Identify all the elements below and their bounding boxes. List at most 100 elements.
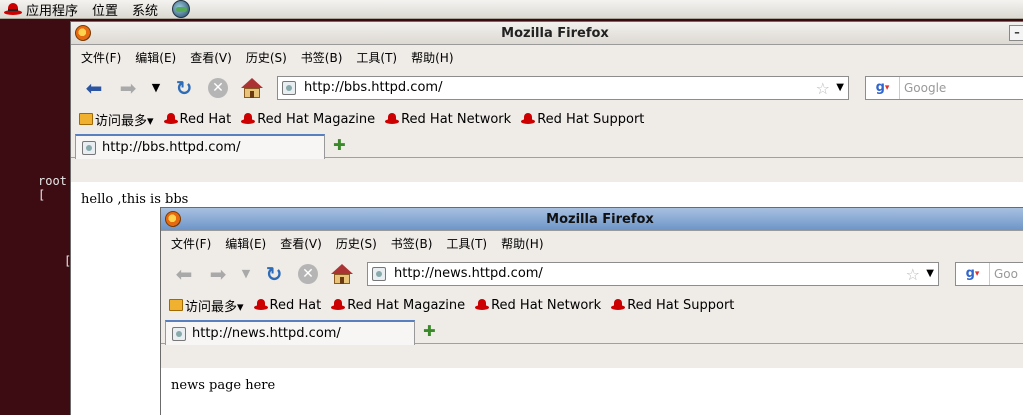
bookmark-star-icon[interactable]: ☆ (816, 79, 830, 98)
redhat-icon (253, 299, 268, 311)
minimize-button[interactable]: – (1009, 25, 1023, 41)
menu-file[interactable]: 文件(F) (171, 235, 211, 252)
stop-button[interactable]: ✕ (293, 260, 323, 288)
folder-icon (79, 113, 93, 125)
search-box[interactable]: g ▾ Google (865, 75, 1023, 100)
forward-button[interactable]: ➡ (203, 260, 233, 288)
back-button[interactable]: ⬅ (169, 260, 199, 288)
back-button[interactable]: ⬅ (79, 74, 109, 102)
page-text: hello ,this is bbs (81, 192, 189, 207)
firefox-icon (165, 211, 181, 227)
menu-history[interactable]: 历史(S) (246, 49, 287, 66)
redhat-icon (521, 113, 536, 125)
bookmark-label: Red Hat (269, 297, 322, 313)
tab-title: http://news.httpd.com/ (192, 326, 341, 341)
history-dropdown-button[interactable]: ▼ (147, 74, 165, 102)
site-identity-icon[interactable] (282, 80, 296, 95)
window-titlebar[interactable]: Mozilla Firefox – (71, 22, 1023, 45)
bookmark-label: Red Hat Network (491, 297, 602, 313)
menu-view[interactable]: 查看(V) (280, 235, 322, 252)
forward-arrow-icon: ➡ (209, 261, 227, 286)
forward-arrow-icon: ➡ (119, 75, 137, 100)
stop-icon: ✕ (298, 263, 318, 284)
tab-title: http://bbs.httpd.com/ (102, 140, 241, 155)
window-title: Mozilla Firefox (501, 25, 609, 41)
bookmark-star-icon[interactable]: ☆ (906, 265, 920, 284)
reload-button[interactable]: ↻ (169, 74, 199, 102)
window-titlebar[interactable]: Mozilla Firefox (161, 208, 1023, 231)
search-engine-icon[interactable]: g ▾ (956, 262, 990, 285)
reload-icon: ↻ (265, 261, 283, 286)
tab-site-icon (172, 326, 186, 341)
menu-file[interactable]: 文件(F) (81, 49, 121, 66)
url-text: http://news.httpd.com/ (394, 266, 543, 281)
redhat-icon (385, 113, 400, 125)
bookmarks-toolbar: 访问最多▾ Red Hat Red Hat Magazine Red Hat N… (161, 292, 1023, 318)
menu-bookmarks[interactable]: 书签(B) (391, 235, 433, 252)
applications-menu[interactable]: 应用程序 (4, 0, 78, 19)
tab-news[interactable]: http://news.httpd.com/ (165, 320, 415, 345)
tab-strip: http://bbs.httpd.com/ ✚ (71, 132, 1023, 159)
home-icon (331, 263, 353, 284)
bookmark-label: 访问最多▾ (185, 299, 244, 315)
reload-icon: ↻ (175, 75, 193, 100)
stop-icon: ✕ (208, 77, 228, 98)
bookmark-most-visited[interactable]: 访问最多▾ (169, 296, 244, 315)
menu-history[interactable]: 历史(S) (336, 235, 377, 252)
bookmark-red-hat-magazine[interactable]: Red Hat Magazine (241, 112, 375, 127)
bookmark-red-hat[interactable]: Red Hat (163, 111, 232, 127)
redhat-logo-icon (4, 2, 22, 16)
history-dropdown-button[interactable]: ▼ (237, 260, 255, 288)
back-arrow-icon: ⬅ (175, 261, 193, 286)
menubar: 文件(F) 编辑(E) 查看(V) 历史(S) 书签(B) 工具(T) 帮助(H… (161, 231, 1023, 255)
network-launcher-icon[interactable] (172, 0, 191, 18)
search-engine-icon[interactable]: g ▾ (866, 76, 900, 99)
system-menu[interactable]: 系统 (132, 0, 158, 19)
url-dropdown-icon[interactable]: ▼ (926, 268, 934, 279)
menu-tools[interactable]: 工具(T) (446, 235, 487, 252)
background-terminal: root [ [ (0, 19, 71, 415)
chevron-down-icon: ▼ (241, 267, 251, 280)
redhat-icon (611, 299, 626, 311)
url-text: http://bbs.httpd.com/ (304, 80, 443, 95)
menu-edit[interactable]: 编辑(E) (135, 49, 176, 66)
bookmark-red-hat-network[interactable]: Red Hat Network (385, 112, 511, 127)
bookmark-red-hat-magazine[interactable]: Red Hat Magazine (331, 298, 465, 313)
menu-help[interactable]: 帮助(H) (411, 49, 453, 66)
bookmark-label: Red Hat Support (537, 111, 645, 127)
menu-edit[interactable]: 编辑(E) (225, 235, 266, 252)
home-button[interactable] (237, 74, 267, 102)
firefox-icon (75, 25, 91, 41)
redhat-icon (331, 299, 346, 311)
stop-button[interactable]: ✕ (203, 74, 233, 102)
url-bar[interactable]: http://news.httpd.com/ ☆ ▼ (367, 261, 939, 286)
navigation-toolbar: ⬅ ➡ ▼ ↻ ✕ http://news.httpd.com/ ☆ ▼ g ▾ … (161, 255, 1023, 292)
menu-bookmarks[interactable]: 书签(B) (301, 49, 343, 66)
home-button[interactable] (327, 260, 357, 288)
bookmark-label: Red Hat Magazine (257, 111, 376, 127)
search-box[interactable]: g ▾ Goo (955, 261, 1023, 286)
url-bar[interactable]: http://bbs.httpd.com/ ☆ ▼ (277, 75, 849, 100)
url-dropdown-icon[interactable]: ▼ (836, 82, 844, 93)
menu-view[interactable]: 查看(V) (190, 49, 232, 66)
new-tab-button[interactable]: ✚ (423, 322, 436, 340)
bookmark-red-hat-support[interactable]: Red Hat Support (521, 112, 644, 127)
window-title: Mozilla Firefox (546, 211, 654, 227)
menu-tools[interactable]: 工具(T) (356, 49, 397, 66)
site-identity-icon[interactable] (372, 266, 386, 281)
redhat-icon (241, 113, 256, 125)
tab-bbs[interactable]: http://bbs.httpd.com/ (75, 134, 325, 159)
bookmark-most-visited[interactable]: 访问最多▾ (79, 110, 154, 129)
reload-button[interactable]: ↻ (259, 260, 289, 288)
search-placeholder: Google (904, 80, 947, 95)
new-tab-button[interactable]: ✚ (333, 136, 346, 154)
bookmark-label: Red Hat Magazine (347, 297, 466, 313)
menu-help[interactable]: 帮助(H) (501, 235, 543, 252)
bookmark-red-hat-support[interactable]: Red Hat Support (611, 298, 734, 313)
forward-button[interactable]: ➡ (113, 74, 143, 102)
bookmark-red-hat[interactable]: Red Hat (253, 297, 322, 313)
bookmark-label: Red Hat Support (627, 297, 735, 313)
bookmark-label: Red Hat (179, 111, 232, 127)
places-menu[interactable]: 位置 (92, 0, 118, 19)
bookmark-red-hat-network[interactable]: Red Hat Network (475, 298, 601, 313)
